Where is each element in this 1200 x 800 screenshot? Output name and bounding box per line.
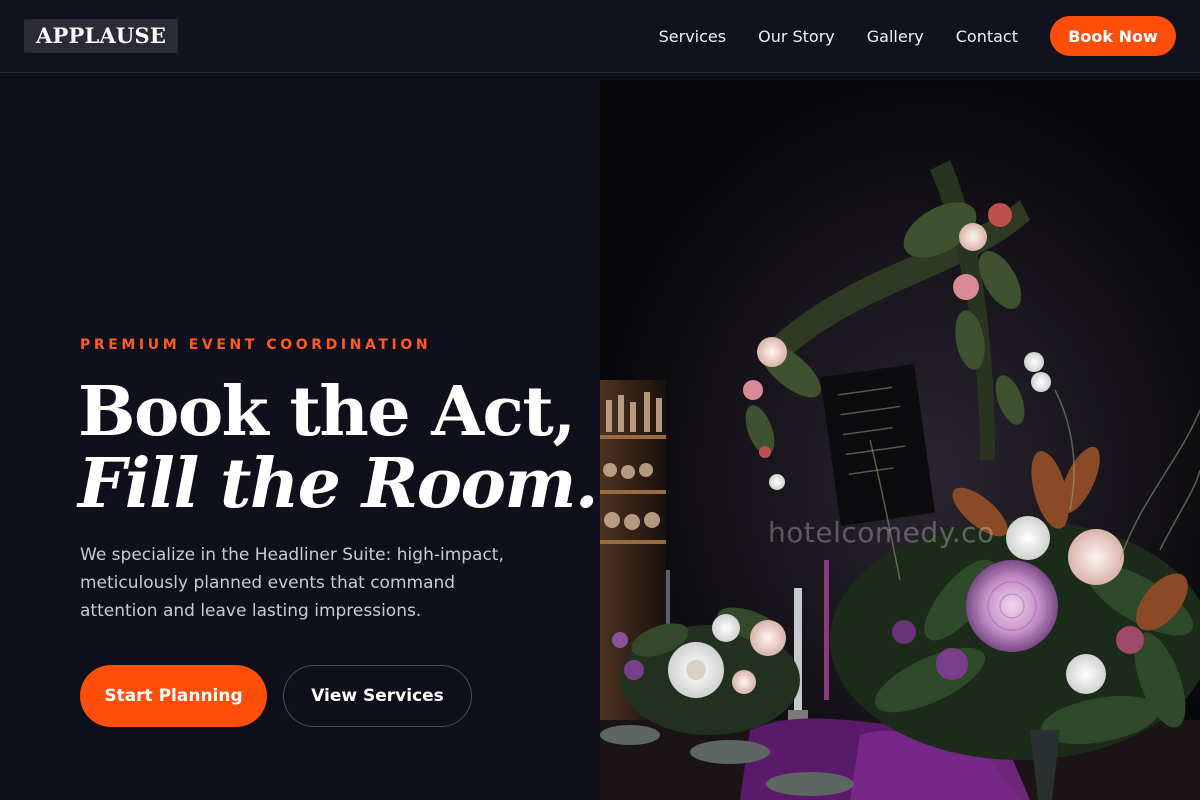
- top-navbar: APPLAUSE Services Our Story Gallery Cont…: [0, 0, 1200, 73]
- nav-links: Services Our Story Gallery Contact: [659, 24, 1018, 48]
- brand-logo[interactable]: APPLAUSE: [24, 19, 179, 53]
- hero-headline-line1: Book the Act,: [78, 372, 576, 452]
- nav-link-our-story[interactable]: Our Story: [758, 27, 835, 46]
- hero-description: We specialize in the Headliner Suite: hi…: [80, 545, 504, 621]
- hero-headline: Book the Act, Fill the Room.: [78, 372, 599, 524]
- book-now-button[interactable]: Book Now: [1050, 16, 1176, 56]
- nav-link-services[interactable]: Services: [659, 27, 726, 46]
- page: APPLAUSE Services Our Story Gallery Cont…: [0, 0, 1200, 800]
- view-services-button[interactable]: View Services: [283, 665, 472, 727]
- hero-headline-line2: Fill the Room.: [78, 444, 599, 524]
- hero-image: hotelcomedy.co: [600, 80, 1200, 800]
- nav-link-gallery[interactable]: Gallery: [867, 27, 924, 46]
- nav-link-contact[interactable]: Contact: [956, 27, 1018, 46]
- floral-table-illustration: [600, 80, 1200, 800]
- hero-eyebrow: PREMIUM EVENT COORDINATION: [80, 337, 432, 353]
- start-planning-button[interactable]: Start Planning: [80, 665, 267, 727]
- image-watermark: hotelcomedy.co: [768, 516, 995, 549]
